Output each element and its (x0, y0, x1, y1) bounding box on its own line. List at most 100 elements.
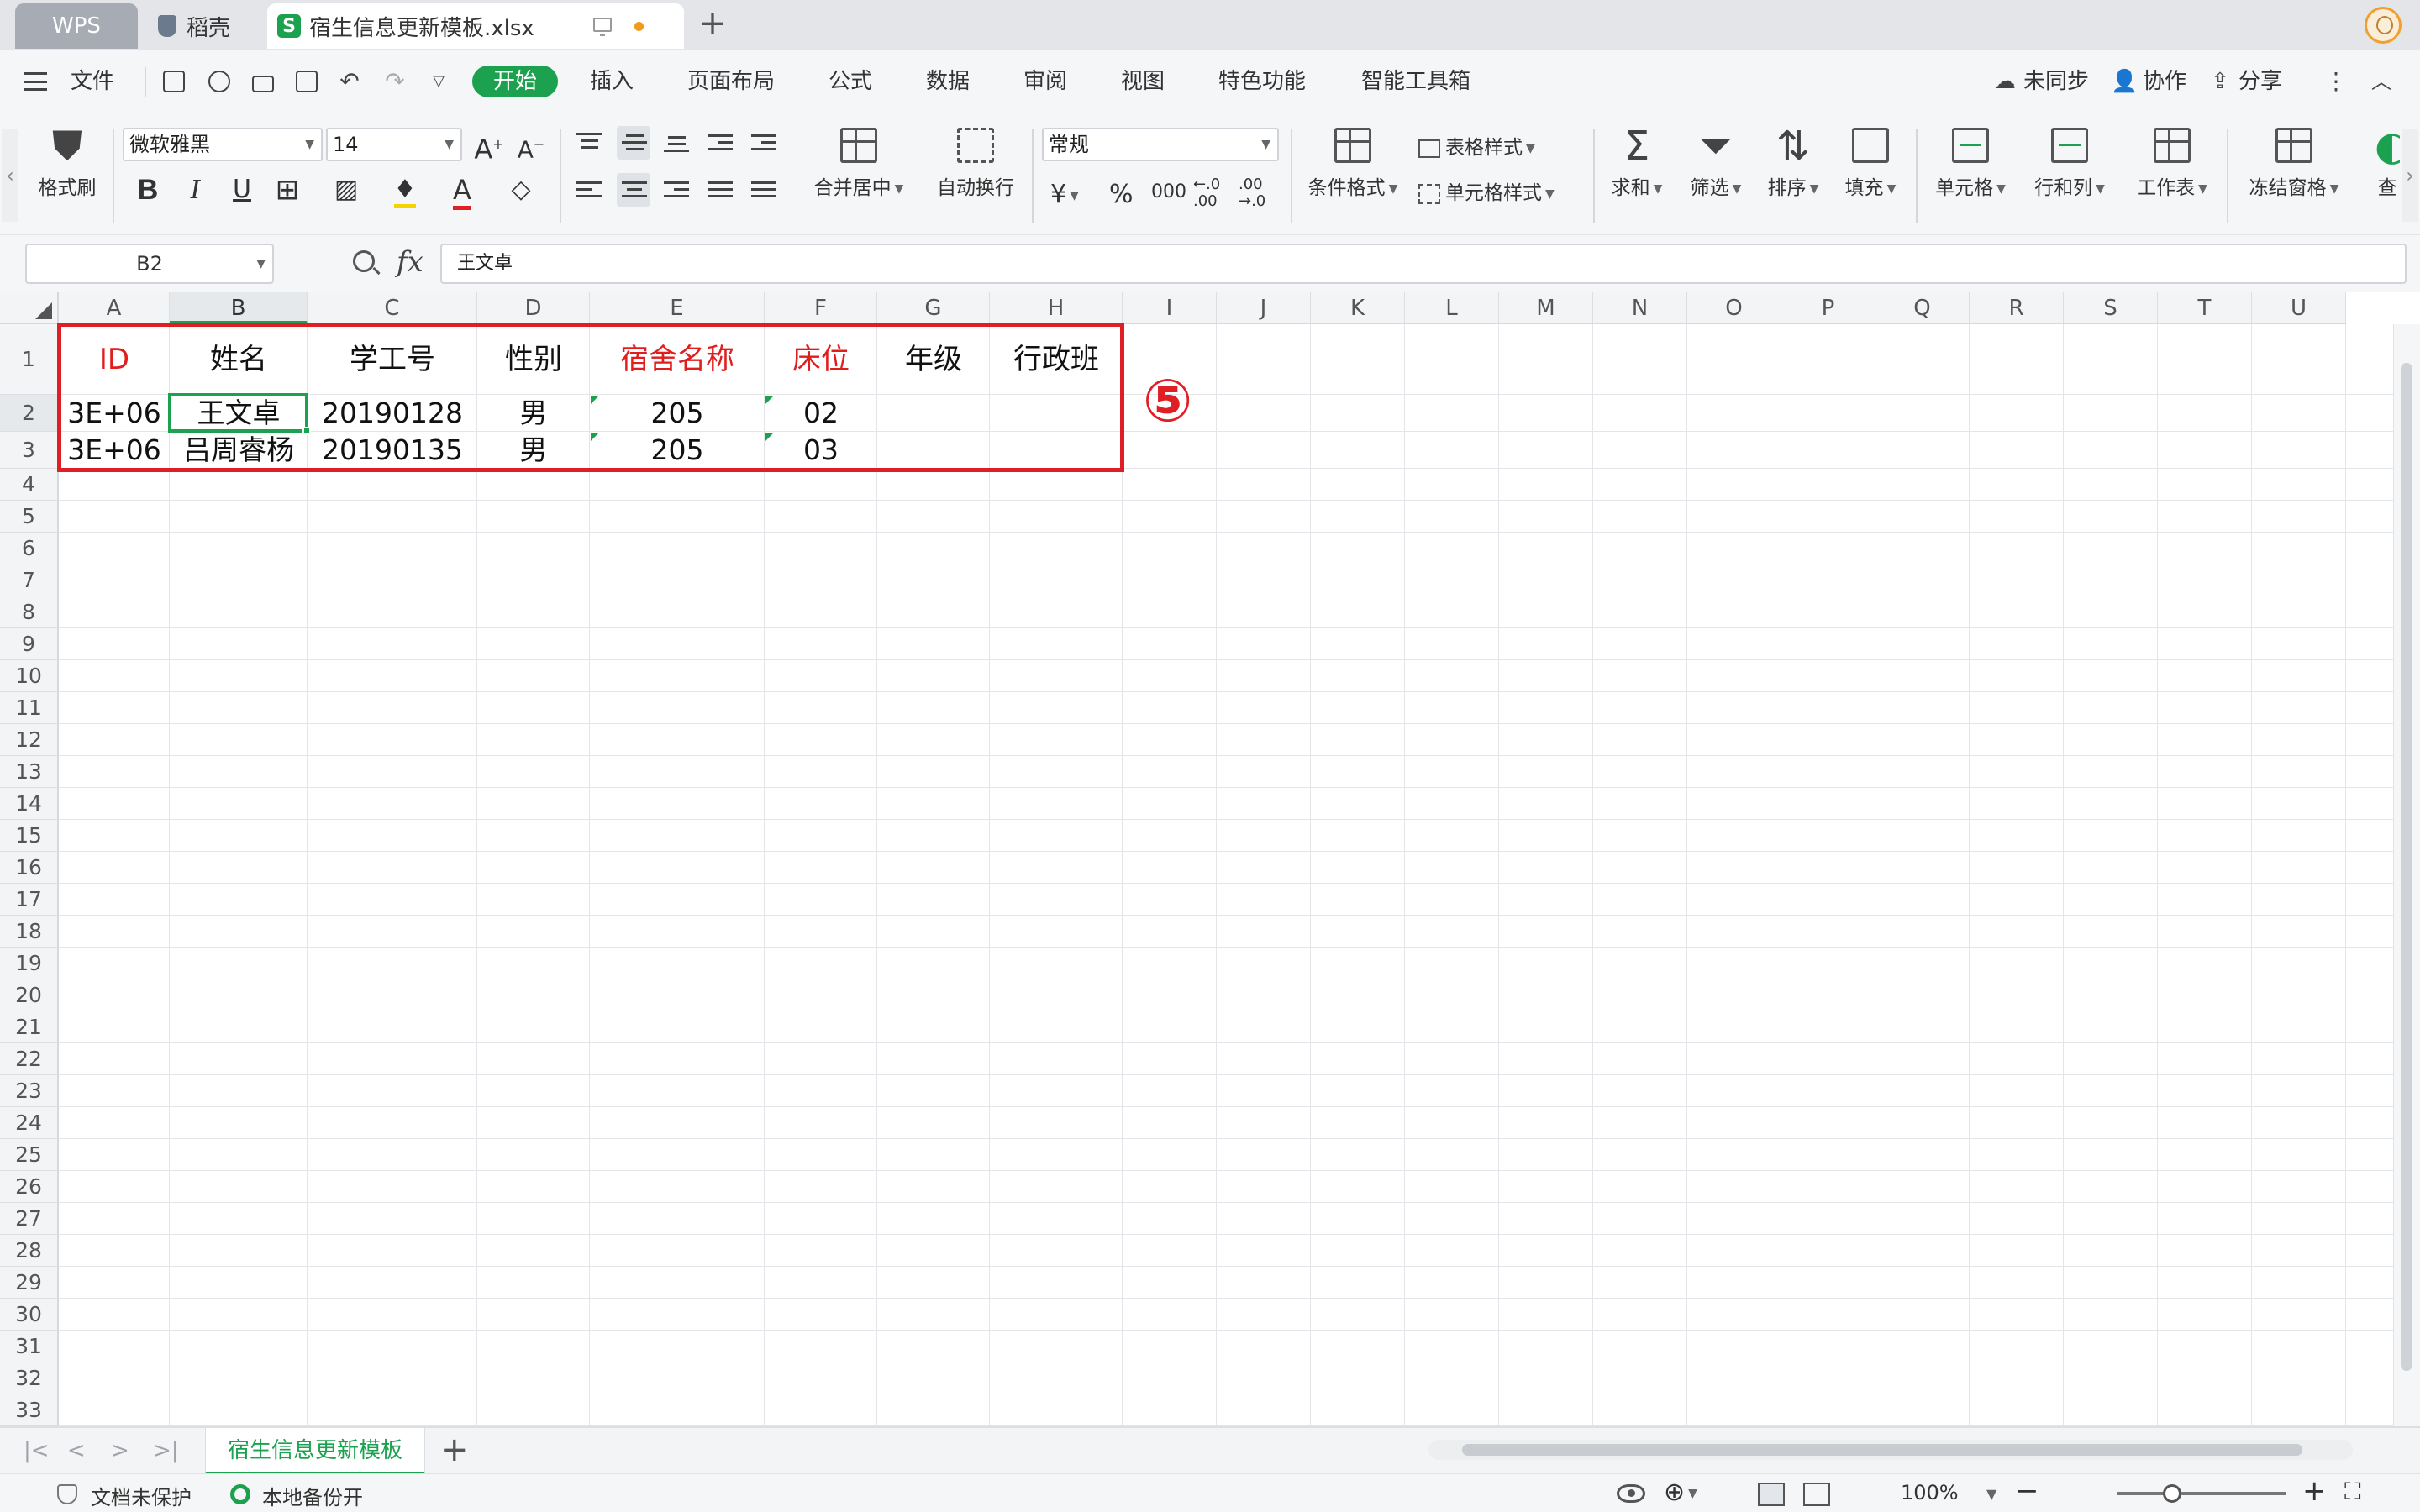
row-header-1[interactable]: 1 (0, 324, 59, 395)
menu-smart-toolbox[interactable]: 智能工具箱 (1361, 66, 1470, 97)
undo-icon[interactable]: ↶ (336, 69, 363, 94)
ribbon-scroll-left-icon[interactable]: ‹ (2, 129, 18, 222)
column-header-m[interactable]: M (1499, 292, 1593, 324)
fx-icon[interactable]: fx (397, 245, 424, 279)
select-all-corner[interactable] (0, 292, 59, 324)
save-icon[interactable] (163, 71, 185, 92)
cell-pattern-icon[interactable]: ▨ (329, 173, 363, 207)
font-size-select[interactable]: 14 ▼ (326, 128, 462, 161)
row-header-20[interactable]: 20 (0, 979, 59, 1011)
column-header-j[interactable]: J (1217, 292, 1311, 324)
search-icon[interactable] (353, 250, 375, 272)
column-header-o[interactable]: O (1687, 292, 1781, 324)
zoom-in-icon[interactable]: + (2302, 1474, 2327, 1508)
vertical-scrollbar-thumb[interactable] (2401, 363, 2412, 1371)
column-header-l[interactable]: L (1405, 292, 1499, 324)
horizontal-scrollbar-thumb[interactable] (1462, 1444, 2302, 1456)
column-header-r[interactable]: R (1970, 292, 2064, 324)
menu-data[interactable]: 数据 (926, 66, 970, 97)
column-header-q[interactable]: Q (1876, 292, 1970, 324)
column-header-c[interactable]: C (308, 292, 477, 324)
normal-view-icon[interactable] (1758, 1483, 1785, 1506)
row-header-19[interactable]: 19 (0, 948, 59, 979)
collapse-ribbon-icon[interactable]: ︿ (2368, 69, 2395, 94)
worksheet-button[interactable]: 工作表 ▼ (2129, 128, 2215, 200)
spreadsheet-grid[interactable]: ABCDEFGHIJKLMNOPQRSTU 1 2 3 4 5 6 7 8 9 10 11 12 13 1… (0, 292, 2420, 1426)
decrease-indent-icon[interactable] (708, 134, 733, 156)
row-header-3[interactable]: 3 (0, 432, 59, 469)
print-icon[interactable] (252, 76, 274, 92)
add-sheet-button[interactable]: + (440, 1433, 469, 1467)
merge-center-button[interactable]: 合并居中 ▼ (807, 128, 911, 200)
row-header-30[interactable]: 30 (0, 1299, 59, 1331)
row-header-5[interactable]: 5 (0, 501, 59, 533)
column-header-s[interactable]: S (2064, 292, 2158, 324)
decrease-font-icon[interactable]: A− (514, 128, 548, 163)
column-header-t[interactable]: T (2158, 292, 2252, 324)
increase-indent-icon[interactable] (751, 134, 776, 156)
thousands-separator-button[interactable]: 000 (1151, 181, 1186, 202)
zoom-dropdown-icon[interactable]: ▼ (1986, 1486, 1996, 1502)
hamburger-menu-icon[interactable] (24, 72, 47, 91)
row-header-32[interactable]: 32 (0, 1362, 59, 1394)
row-header-9[interactable]: 9 (0, 628, 59, 660)
quick-access-chevron-down-icon[interactable]: ▽ (425, 69, 452, 94)
page-layout-view-icon[interactable] (1803, 1483, 1830, 1506)
filter-button[interactable]: ⏷ 筛选 ▼ (1684, 126, 1748, 200)
increase-decimal-button[interactable]: ←.0 .00 (1193, 176, 1220, 210)
column-header-a[interactable]: A (59, 292, 170, 324)
sync-status[interactable]: 未同步 (2023, 66, 2089, 97)
horizontal-scrollbar[interactable] (1428, 1440, 2353, 1460)
row-header-15[interactable]: 15 (0, 820, 59, 852)
vertical-scrollbar[interactable] (2393, 324, 2420, 1426)
column-header-h[interactable]: H (990, 292, 1123, 324)
menu-formula[interactable]: 公式 (829, 66, 872, 97)
tab-active-file[interactable]: S 宿生信息更新模板.xlsx (267, 3, 684, 49)
tab-daoke[interactable]: 稻壳 (143, 3, 260, 49)
user-avatar[interactable] (2365, 7, 2402, 44)
collaborate-button[interactable]: 协作 (2143, 66, 2186, 97)
row-header-25[interactable]: 25 (0, 1139, 59, 1171)
number-format-select[interactable]: 常规 ▼ (1042, 128, 1279, 161)
row-header-17[interactable]: 17 (0, 884, 59, 916)
last-sheet-icon[interactable]: >| (153, 1438, 179, 1463)
cell-style-button[interactable]: 单元格样式 ▼ (1418, 176, 1555, 205)
wrap-text-button[interactable]: 自动换行 (929, 128, 1022, 200)
row-col-button[interactable]: 行和列 ▼ (2028, 128, 2111, 200)
percent-button[interactable]: % (1109, 180, 1134, 209)
formula-input[interactable]: 王文卓 (440, 244, 2407, 284)
row-header-13[interactable]: 13 (0, 756, 59, 788)
center-view-icon[interactable]: ⊕ ▼ (1664, 1478, 1697, 1507)
column-header-n[interactable]: N (1593, 292, 1687, 324)
more-options-icon[interactable]: ⋮ (2323, 69, 2349, 94)
menu-file[interactable]: 文件 (71, 66, 114, 97)
menu-special[interactable]: 特色功能 (1218, 66, 1306, 97)
print-preview-icon[interactable] (296, 71, 318, 92)
column-header-p[interactable]: P (1781, 292, 1876, 324)
column-header-k[interactable]: K (1311, 292, 1405, 324)
row-header-22[interactable]: 22 (0, 1043, 59, 1075)
fill-color-icon[interactable]: ♦ (388, 173, 422, 208)
share-button[interactable]: 分享 (2238, 66, 2282, 97)
menu-page-layout[interactable]: 页面布局 (687, 66, 775, 97)
menu-view[interactable]: 视图 (1121, 66, 1165, 97)
align-top-icon[interactable] (576, 133, 602, 155)
row-header-29[interactable]: 29 (0, 1267, 59, 1299)
align-right-icon[interactable] (664, 181, 689, 203)
align-left-icon[interactable] (576, 181, 602, 203)
clear-format-icon[interactable]: ◇ (504, 173, 538, 207)
menu-review[interactable]: 审阅 (1023, 66, 1067, 97)
protection-status[interactable]: 文档未保护 (91, 1481, 192, 1510)
currency-button[interactable]: ¥ ▼ (1050, 180, 1079, 209)
freeze-panes-button[interactable]: 冻结窗格 ▼ (2240, 128, 2348, 200)
align-bottom-icon[interactable] (664, 136, 689, 158)
sort-button[interactable]: ⇅ 排序 ▼ (1761, 126, 1825, 200)
fill-button[interactable]: 填充 ▼ (1839, 128, 1902, 200)
column-header-f[interactable]: F (765, 292, 877, 324)
sum-button[interactable]: Σ 求和 ▼ (1605, 126, 1669, 200)
zoom-slider[interactable] (2118, 1492, 2286, 1495)
menu-insert[interactable]: 插入 (590, 66, 634, 97)
font-name-select[interactable]: 微软雅黑 ▼ (123, 128, 323, 161)
row-header-11[interactable]: 11 (0, 692, 59, 724)
menu-start[interactable]: 开始 (472, 66, 558, 97)
